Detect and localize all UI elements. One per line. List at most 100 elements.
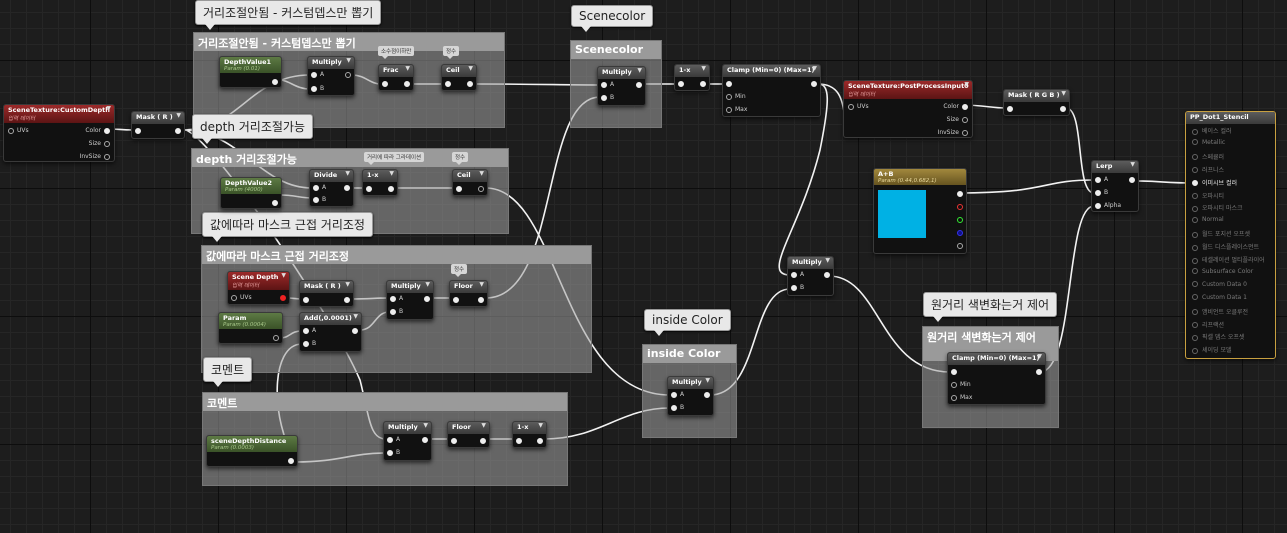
node-frac[interactable]: Frac ▼ bbox=[378, 64, 414, 91]
input-pin[interactable] bbox=[516, 437, 525, 445]
output-pin-row[interactable]: 셰이딩 모델 bbox=[1192, 345, 1232, 354]
node-scene-texture-custom-depth[interactable]: SceneTexture:CustomDepth ▼ 입력 데이터 UVs Colo… bbox=[3, 104, 115, 162]
input-pin-min[interactable]: Min bbox=[726, 93, 746, 101]
input-pin-b[interactable]: B bbox=[1095, 189, 1108, 197]
input-pin-a[interactable]: A bbox=[671, 391, 684, 399]
node-clamp[interactable]: Clamp (Min=0) (Max=1) ▼ Min Max bbox=[947, 352, 1046, 405]
input-pin-b[interactable]: B bbox=[303, 340, 316, 348]
node-ceil[interactable]: Ceil ▼ bbox=[441, 64, 477, 91]
input-pin-alpha[interactable]: Alpha bbox=[1095, 202, 1121, 210]
output-pin[interactable] bbox=[277, 294, 286, 302]
output-pin-g[interactable] bbox=[954, 216, 963, 224]
input-pin-b[interactable]: B bbox=[390, 308, 403, 316]
output-pin-size[interactable]: Size bbox=[947, 116, 968, 124]
output-pin[interactable] bbox=[269, 199, 278, 207]
output-pin-row[interactable]: 픽셀 뎁스 오프셋 bbox=[1192, 332, 1244, 341]
output-pin[interactable] bbox=[421, 295, 430, 303]
node-lerp[interactable]: Lerp ▼ A B Alpha bbox=[1091, 160, 1139, 212]
node-multiply[interactable]: Multiply ▼ A B bbox=[307, 56, 355, 96]
node-scene-texture-postprocessinput0[interactable]: SceneTexture:PostProcessInput0 ▼ 입력 데이터 UV… bbox=[843, 80, 973, 138]
node-param-depthvalue1[interactable]: DepthValue1 Param (0.01) bbox=[219, 56, 282, 88]
node-one-minus[interactable]: 1-x ▼ bbox=[512, 421, 547, 448]
output-pin[interactable] bbox=[697, 80, 706, 88]
input-pin-a[interactable]: A bbox=[303, 327, 316, 335]
input-pin[interactable] bbox=[382, 80, 391, 88]
input-pin-b[interactable]: B bbox=[601, 94, 614, 102]
node-multiply[interactable]: Multiply ▼ A B bbox=[597, 66, 646, 106]
output-pin-color[interactable]: Color bbox=[85, 127, 110, 135]
output-pin[interactable] bbox=[1057, 105, 1066, 113]
output-pin-rgba[interactable] bbox=[954, 190, 963, 198]
output-pin[interactable] bbox=[1126, 176, 1135, 184]
output-pin[interactable] bbox=[821, 271, 830, 279]
input-pin-b[interactable]: B bbox=[671, 404, 684, 412]
input-pin[interactable] bbox=[456, 185, 465, 193]
output-pin[interactable] bbox=[477, 437, 486, 445]
node-one-minus[interactable]: 1-x ▼ bbox=[362, 169, 398, 196]
node-floor[interactable]: Floor ▼ bbox=[447, 421, 490, 448]
output-pin[interactable] bbox=[1033, 368, 1042, 376]
node-floor[interactable]: Floor ▼ bbox=[449, 280, 488, 307]
input-pin-min[interactable]: Min bbox=[951, 381, 971, 389]
node-mask-r[interactable]: Mask ( R ) ▼ bbox=[131, 111, 185, 139]
output-pin[interactable] bbox=[808, 80, 817, 88]
input-pin-b[interactable]: B bbox=[791, 284, 804, 292]
output-pin-row[interactable]: Subsurface Color bbox=[1192, 268, 1253, 275]
output-pin-row[interactable]: 러프니스 bbox=[1192, 165, 1224, 174]
input-pin[interactable] bbox=[678, 80, 687, 88]
input-pin-a[interactable]: A bbox=[390, 295, 403, 303]
input-pin[interactable] bbox=[445, 80, 454, 88]
input-pin-b[interactable]: B bbox=[313, 196, 326, 204]
node-add[interactable]: Add(,0.0001) ▼ A B bbox=[299, 312, 362, 352]
input-pin-max[interactable]: Max bbox=[951, 394, 972, 402]
output-pin[interactable] bbox=[464, 80, 473, 88]
node-multiply[interactable]: Multiply ▼ A B bbox=[667, 376, 714, 416]
output-pin[interactable] bbox=[534, 437, 543, 445]
input-pin[interactable] bbox=[303, 296, 312, 304]
output-pin-row[interactable]: 베이스 컬러 bbox=[1192, 126, 1232, 135]
output-pin[interactable] bbox=[342, 71, 351, 79]
input-pin[interactable] bbox=[135, 127, 144, 135]
output-pin[interactable] bbox=[341, 296, 350, 304]
node-material-output[interactable]: PP_Dot1_Stencil 베이스 컬러 Metallic 스페큘러 러프니스 이미… bbox=[1185, 111, 1276, 359]
input-pin[interactable] bbox=[451, 437, 460, 445]
input-pin[interactable] bbox=[951, 368, 960, 376]
node-param[interactable]: Param Param (0.0004) bbox=[218, 312, 283, 344]
output-pin-row[interactable]: 월드 디스플레이스먼트 bbox=[1192, 242, 1259, 251]
output-pin[interactable] bbox=[475, 296, 484, 304]
output-pin[interactable] bbox=[270, 334, 279, 342]
input-pin-uvs[interactable]: UVs bbox=[848, 103, 869, 111]
input-pin[interactable] bbox=[1007, 105, 1016, 113]
input-pin[interactable] bbox=[453, 296, 462, 304]
node-multiply[interactable]: Multiply ▼ A B bbox=[787, 256, 834, 296]
input-pin-a[interactable]: A bbox=[387, 436, 400, 444]
output-pin[interactable] bbox=[172, 127, 181, 135]
input-pin-a[interactable]: A bbox=[313, 184, 326, 192]
output-pin[interactable] bbox=[633, 81, 642, 89]
output-pin-row[interactable]: 스페큘러 bbox=[1192, 152, 1224, 161]
output-pin[interactable] bbox=[401, 80, 410, 88]
output-pin-row[interactable]: 앰비언트 오클루전 bbox=[1192, 307, 1248, 316]
output-pin-row[interactable]: 오파시티 마스크 bbox=[1192, 203, 1243, 212]
output-pin[interactable] bbox=[269, 78, 278, 86]
output-pin[interactable] bbox=[475, 185, 484, 193]
node-param-depthvalue2[interactable]: DepthValue2 Param (4000) bbox=[220, 177, 282, 209]
output-pin-invsize[interactable]: InvSize bbox=[938, 129, 968, 137]
output-pin[interactable] bbox=[349, 327, 358, 335]
node-divide[interactable]: Divide ▼ A B bbox=[309, 169, 354, 207]
output-pin-a[interactable] bbox=[954, 242, 963, 250]
input-pin-a[interactable]: A bbox=[791, 271, 804, 279]
node-param-scene-depth-distance[interactable]: sceneDepthDistance Param (0.0003) bbox=[206, 435, 298, 467]
input-pin-uvs[interactable]: UVs bbox=[231, 294, 252, 302]
output-pin-row[interactable]: 테셀레이션 멀티플라이어 bbox=[1192, 255, 1265, 264]
output-pin-color[interactable]: Color bbox=[943, 103, 968, 111]
output-pin-r[interactable] bbox=[954, 203, 963, 211]
output-pin-b[interactable] bbox=[954, 229, 963, 237]
input-pin-a[interactable]: A bbox=[601, 81, 614, 89]
output-pin-row[interactable]: 오파시티 bbox=[1192, 191, 1224, 200]
node-vector-param[interactable]: A+B Param (0.44,0.682,1) bbox=[873, 168, 967, 254]
input-pin-a[interactable]: A bbox=[1095, 176, 1108, 184]
node-scene-depth[interactable]: Scene Depth ▼ 입력 데이터 UVs bbox=[227, 271, 290, 305]
input-pin-b[interactable]: B bbox=[311, 85, 324, 93]
output-pin[interactable] bbox=[701, 391, 710, 399]
